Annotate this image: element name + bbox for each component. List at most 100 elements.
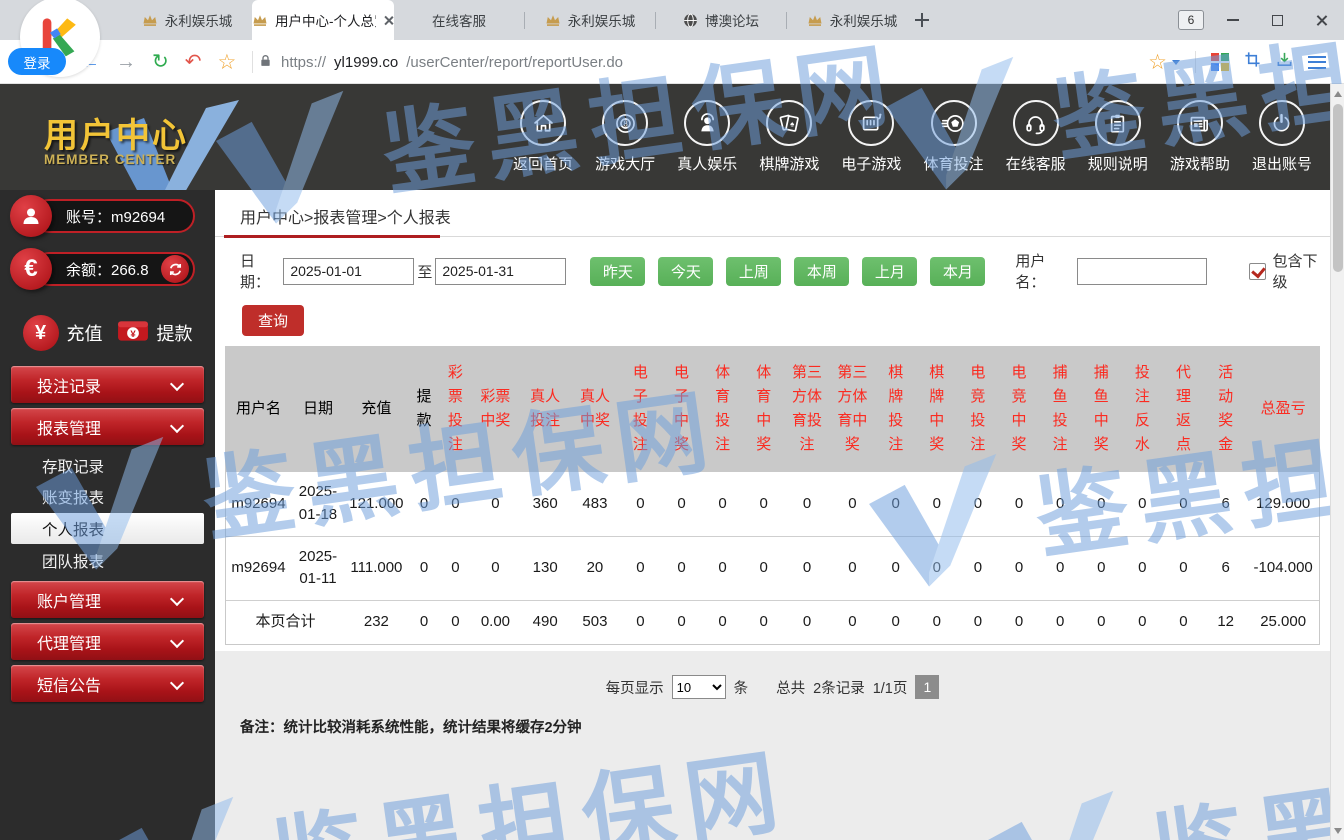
column-header: 第三 方体 育投 注: [784, 346, 829, 472]
window-controls: 6: [1178, 0, 1336, 40]
maximize-button[interactable]: [1262, 7, 1292, 33]
sidebar-submenu-item[interactable]: 存取记录: [0, 450, 215, 481]
totals-cell: 0: [957, 600, 998, 644]
browser-tab[interactable]: 博澳论坛: [656, 0, 786, 40]
recharge-label: 充值: [67, 320, 103, 346]
nav-item-power[interactable]: 退出账号: [1244, 100, 1320, 174]
address-bar[interactable]: https://yl1999.co/userCenter/report/repo…: [258, 40, 623, 84]
sidebar-submenu-item[interactable]: 个人报表: [11, 513, 204, 544]
quick-range-button[interactable]: 今天: [658, 257, 713, 286]
column-header: 捕 鱼 中 奖: [1081, 346, 1122, 472]
scrollbar-thumb[interactable]: [1333, 104, 1343, 272]
per-page-unit: 条: [734, 677, 749, 698]
nav-item-eight-ball[interactable]: 8游戏大厅: [587, 100, 663, 174]
query-button[interactable]: 查询: [242, 305, 304, 336]
per-page-select[interactable]: 10: [672, 675, 726, 699]
live-dealer-icon: [684, 100, 730, 146]
column-header: 充值: [345, 346, 408, 472]
quick-range-button[interactable]: 本月: [930, 257, 985, 286]
quick-range-button[interactable]: 昨天: [590, 257, 645, 286]
bookmark-star-icon[interactable]: ☆: [218, 52, 237, 73]
browser-tab[interactable]: 永利娱乐城: [122, 0, 252, 40]
sidebar-menu-group[interactable]: 报表管理: [11, 408, 204, 445]
sidebar-menu-group[interactable]: 投注记录: [11, 366, 204, 403]
refresh-balance-button[interactable]: [161, 255, 189, 283]
browser-window: 永利娱乐城用户中心-个人总览在线客服永利娱乐城博澳论坛永利娱乐城 6 登录 ← …: [0, 0, 1344, 840]
table-cell: 121.000: [345, 472, 408, 536]
table-cell: m92694: [226, 536, 291, 600]
table-cell: 0: [998, 472, 1039, 536]
browser-tab[interactable]: 永利娱乐城: [525, 0, 655, 40]
quick-range-button[interactable]: 上月: [862, 257, 917, 286]
page-number-button[interactable]: 1: [915, 675, 939, 699]
username-input[interactable]: [1077, 258, 1207, 285]
sidebar-menu-group[interactable]: 代理管理: [11, 623, 204, 660]
breadcrumb: 用户中心>报表管理>个人报表: [240, 204, 451, 228]
table-cell: 360: [520, 472, 570, 536]
username-label: 用户名：: [1015, 250, 1073, 292]
browser-tab[interactable]: 用户中心-个人总览: [252, 0, 394, 40]
table-cell: 0: [875, 472, 916, 536]
tab-title: 永利娱乐城: [568, 10, 636, 30]
sidebar-menu-group[interactable]: 短信公告: [11, 665, 204, 702]
screenshot-crop-icon[interactable]: [1244, 51, 1261, 73]
nav-item-headset[interactable]: 在线客服: [998, 100, 1074, 174]
refresh-icon[interactable]: ↻: [152, 52, 169, 72]
euro-icon: €: [10, 248, 52, 290]
browser-tab[interactable]: 在线客服: [394, 0, 524, 40]
scrollbar-up-arrow[interactable]: [1331, 86, 1344, 101]
totals-cell: 0: [440, 600, 470, 644]
sidebar-menu-group[interactable]: 账户管理: [11, 581, 204, 618]
scrollbar-down-arrow[interactable]: [1331, 823, 1344, 838]
table-cell: 0: [471, 472, 521, 536]
table-cell: 129.000: [1247, 472, 1319, 536]
new-tab-button[interactable]: [912, 10, 932, 30]
forward-icon[interactable]: →: [116, 52, 136, 72]
totals-cell: 0: [998, 600, 1039, 644]
minimize-button[interactable]: [1218, 7, 1248, 33]
date-to-input[interactable]: [435, 258, 566, 285]
quick-range-button[interactable]: 上周: [726, 257, 781, 286]
crown-favicon-icon: [142, 13, 158, 27]
nav-item-soccer-ball[interactable]: 体育投注: [916, 100, 992, 174]
nav-item-newspaper[interactable]: 游戏帮助: [1162, 100, 1238, 174]
nav-item-cards[interactable]: ♠棋牌游戏: [751, 100, 827, 174]
undo-icon[interactable]: ↶: [185, 52, 202, 72]
slot-machine-icon: [848, 100, 894, 146]
close-button[interactable]: [1306, 7, 1336, 33]
svg-text:♠: ♠: [790, 119, 794, 128]
table-cell: 111.000: [345, 536, 408, 600]
nav-item-slot-machine[interactable]: 电子游戏: [833, 100, 909, 174]
totals-cell: 0: [661, 600, 702, 644]
tab-close-icon[interactable]: [383, 15, 394, 26]
column-header: 提 款: [408, 346, 440, 472]
browser-login-button[interactable]: 登录: [8, 48, 66, 75]
quick-range-button[interactable]: 本周: [794, 257, 849, 286]
toolbar-divider: [252, 51, 253, 73]
table-cell: 2025-01-11: [291, 536, 345, 600]
page-scrollbar[interactable]: [1330, 84, 1344, 840]
tab-title: 博澳论坛: [705, 10, 759, 30]
include-sub-checkbox[interactable]: 包含下级: [1249, 250, 1330, 292]
sidebar-submenu-item[interactable]: 团队报表: [0, 545, 215, 576]
date-from-input[interactable]: [283, 258, 414, 285]
nav-item-rules-doc[interactable]: 规则说明: [1080, 100, 1156, 174]
withdraw-button[interactable]: ¥ 提款: [117, 318, 193, 349]
table-cell: 0: [408, 472, 440, 536]
favorites-button[interactable]: ☆: [1148, 52, 1180, 73]
download-icon[interactable]: [1276, 51, 1293, 73]
eight-ball-icon: 8: [602, 100, 648, 146]
site-header: 用户中心 MEMBER CENTER 返回首页8游戏大厅真人娱乐♠棋牌游戏电子游…: [0, 84, 1344, 190]
column-header: 棋 牌 投 注: [875, 346, 916, 472]
totals-cell: 503: [570, 600, 620, 644]
apps-grid-icon[interactable]: [1211, 53, 1229, 71]
sidebar-submenu-item[interactable]: 账变报表: [0, 481, 215, 512]
recharge-button[interactable]: ¥ 充值: [23, 315, 103, 351]
crown-favicon-icon: [252, 13, 268, 27]
close-icon: [1315, 14, 1328, 27]
nav-item-live-dealer[interactable]: 真人娱乐: [669, 100, 745, 174]
browser-tab[interactable]: 永利娱乐城: [787, 0, 917, 40]
nav-item-home[interactable]: 返回首页: [505, 100, 581, 174]
tab-count-badge[interactable]: 6: [1178, 10, 1204, 30]
menu-hamburger-icon[interactable]: [1308, 56, 1326, 69]
